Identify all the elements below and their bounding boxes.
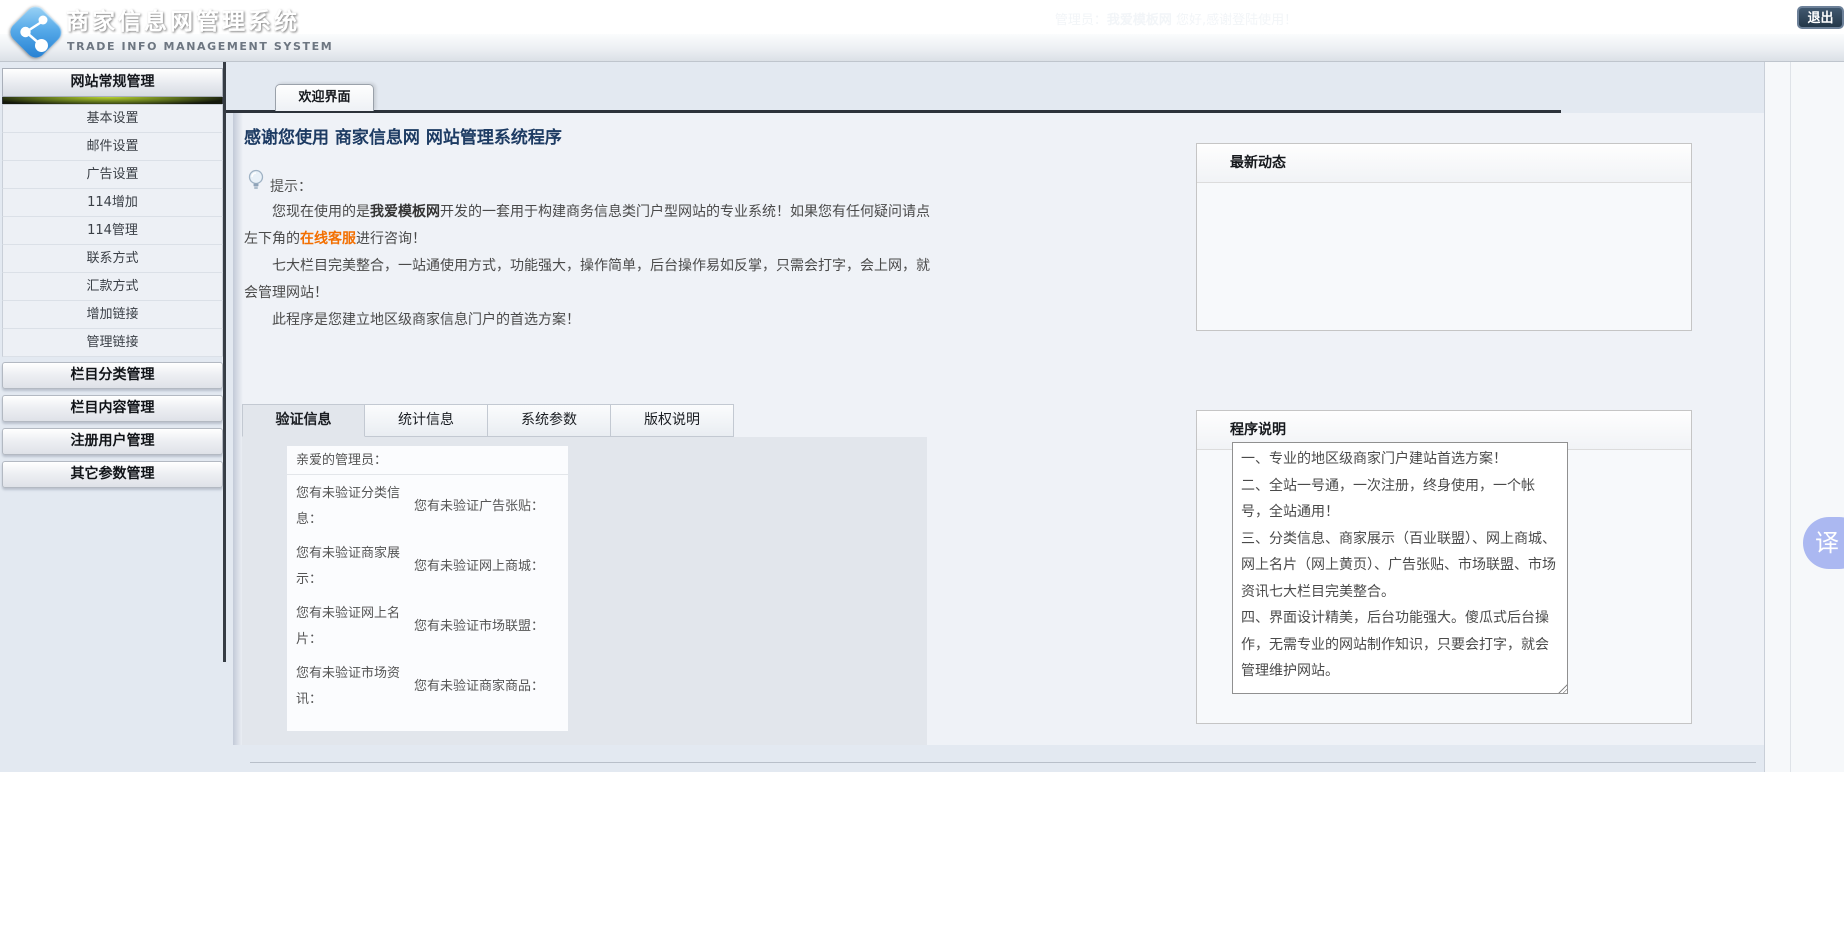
lightbulb-icon [247,169,265,197]
bottom-divider-line [250,762,1756,763]
sidebar-section-param-manage[interactable]: 其它参数管理 [2,461,223,488]
program-description-textarea[interactable]: 一、专业的地区级商家门户建站首选方案！ 二、全站一号通，一次注册，终身使用，一个… [1232,442,1568,694]
verify-row: 您有未验证网上名片： 您有未验证市场联盟： [287,595,568,655]
sidebar-glow-bar [2,97,223,104]
page-title: 感谢您使用 商家信息网 网站管理系统程序 [244,123,562,148]
tip1-text-a: 您现在使用的是 [272,204,370,220]
admin-suffix: 您好,感谢登陆使用！ [1172,13,1297,28]
tab-copyright[interactable]: 版权说明 [611,404,734,437]
sidebar-item-contact[interactable]: 联系方式 [2,245,223,273]
sidebar-item-add-link[interactable]: 增加链接 [2,301,223,329]
verify-row: 您有未验证分类信息： 您有未验证广告张贴： [287,475,568,535]
info-tabs: 验证信息 统计信息 系统参数 版权说明 [242,404,734,437]
verify-row: 您有未验证市场资讯： 您有未验证商家商品： [287,655,568,715]
latest-news-box: 最新动态 [1196,143,1692,331]
verify-row: 您有未验证商家展示： 您有未验证网上商城： [287,535,568,595]
tip-paragraph-2: 七大栏目完美整合，一站通使用方式，功能强大，操作简单，后台操作易如反掌，只需会打… [244,253,930,307]
tab-system-params[interactable]: 系统参数 [488,404,611,437]
tip1-text-c: 进行咨询！ [356,231,426,247]
latest-news-title: 最新动态 [1197,144,1691,183]
sidebar-item-ad-settings[interactable]: 广告设置 [2,161,223,189]
sidebar-item-mail-settings[interactable]: 邮件设置 [2,133,223,161]
app-subtitle: TRADE INFO MANAGEMENT SYSTEM [67,40,333,53]
program-description-box: 程序说明 一、专业的地区级商家门户建站首选方案！ 二、全站一号通，一次注册，终身… [1196,410,1692,724]
gutter-divider-line [1790,62,1791,772]
verify-info-panel: 亲爱的管理员： 您有未验证分类信息： 您有未验证广告张贴： 您有未验证商家展示：… [242,437,927,745]
sidebar-section-general[interactable]: 网站常规管理 [2,68,223,97]
tip-paragraph-3: 此程序是您建立地区级商家信息门户的首选方案！ [244,307,930,334]
verify-item-ads: 您有未验证广告张贴： [414,494,559,520]
sidebar-divider-line [223,62,226,662]
verify-item-mall: 您有未验证网上商城： [414,554,559,580]
tab-welcome[interactable]: 欢迎界面 [275,84,374,111]
sidebar-item-basic-settings[interactable]: 基本设置 [2,105,223,133]
tip-label: 提示： [270,176,312,196]
verify-item-merchant: 您有未验证商家展示： [296,541,414,593]
sidebar: 网站常规管理 基本设置 邮件设置 广告设置 114增加 114管理 联系方式 汇… [2,68,223,494]
verify-item-namecard: 您有未验证网上名片： [296,601,414,653]
sidebar-menu: 基本设置 邮件设置 广告设置 114增加 114管理 联系方式 汇款方式 增加链… [2,104,223,357]
sidebar-section-category-manage[interactable]: 栏目分类管理 [2,362,223,389]
app-logo [10,6,62,58]
online-service-link[interactable]: 在线客服 [300,231,356,247]
verify-info-box: 亲爱的管理员： 您有未验证分类信息： 您有未验证广告张贴： 您有未验证商家展示：… [287,446,568,731]
admin-greeting: 管理员：我爱模板网 您好,感谢登陆使用！ [976,9,1376,28]
tab-statistics[interactable]: 统计信息 [365,404,488,437]
verify-item-alliance: 您有未验证市场联盟： [414,614,559,640]
admin-prefix: 管理员： [1055,13,1107,28]
sidebar-section-content-manage[interactable]: 栏目内容管理 [2,395,223,422]
tab-verify-info[interactable]: 验证信息 [242,404,365,437]
sidebar-item-114-manage[interactable]: 114管理 [2,217,223,245]
sidebar-section-user-manage[interactable]: 注册用户管理 [2,428,223,455]
tip-paragraph-1: 您现在使用的是我爱模板网开发的一套用于构建商务信息类门户型网站的专业系统！如果您… [244,199,930,253]
tip-body: 您现在使用的是我爱模板网开发的一套用于构建商务信息类门户型网站的专业系统！如果您… [244,199,930,334]
right-gutter [1764,62,1844,772]
app-title: 商家信息网管理系统 [66,2,300,36]
sidebar-collapsed-sections: 栏目分类管理 栏目内容管理 注册用户管理 其它参数管理 [2,362,223,488]
verify-item-category: 您有未验证分类信息： [296,481,414,533]
verify-item-news: 您有未验证市场资讯： [296,661,414,713]
sidebar-item-remittance[interactable]: 汇款方式 [2,273,223,301]
tip1-brand: 我爱模板网 [370,204,440,220]
logout-button[interactable]: 退出 [1797,6,1844,29]
sidebar-item-manage-link[interactable]: 管理链接 [2,329,223,357]
sidebar-item-114-add[interactable]: 114增加 [2,189,223,217]
admin-dear-label: 亲爱的管理员： [287,446,568,475]
admin-name: 我爱模板网 [1107,13,1172,28]
verify-item-goods: 您有未验证商家商品： [414,674,559,700]
